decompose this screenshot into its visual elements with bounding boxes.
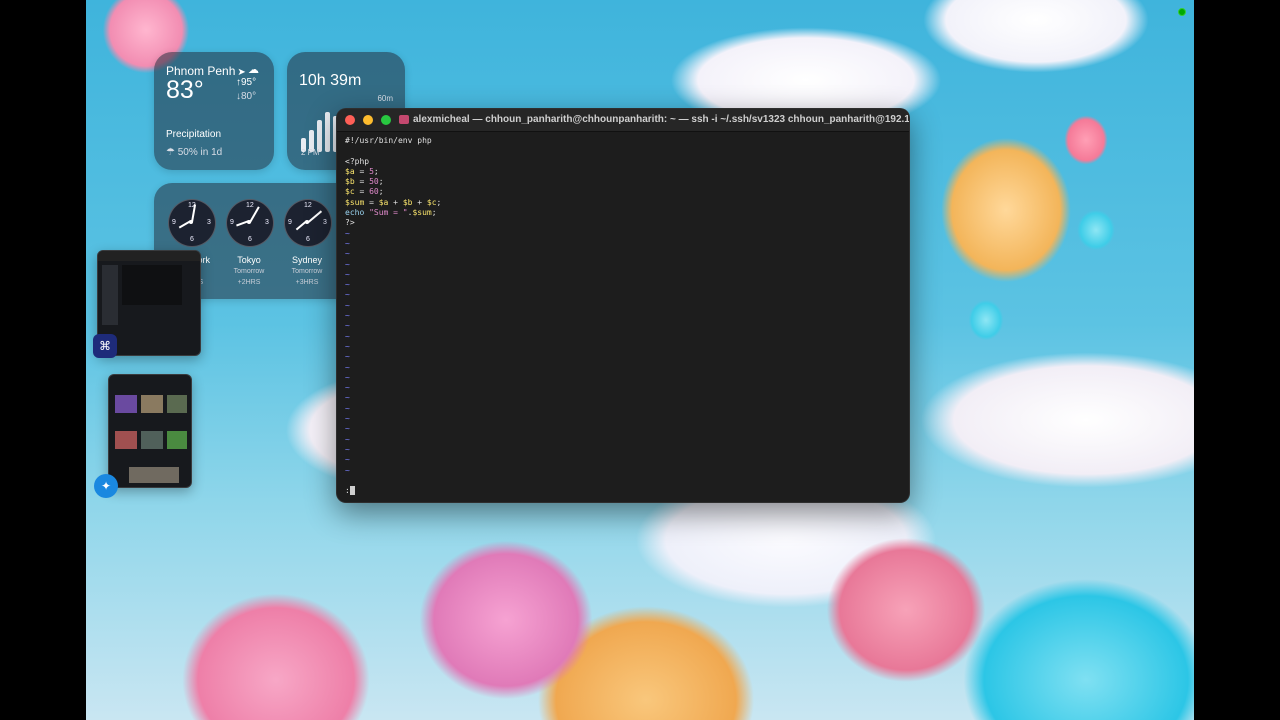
terminal-titlebar[interactable]: alexmicheal — chhoun_panharith@chhounpan… [337,109,909,132]
recording-indicator-icon [1178,8,1186,16]
code-line: $c = 60; [345,187,384,197]
clock-offset: +3HRS [295,279,319,286]
cloud-sun-icon: ☁ [248,64,259,76]
clock-sydney: 12 3 6 9 [284,199,332,247]
code-line: $sum = $a + $b + $c; [345,197,442,207]
terminal-window[interactable]: alexmicheal — chhoun_panharith@chhounpan… [336,108,910,503]
weather-temp: 83° [166,76,204,104]
code-line: <?php [345,156,370,166]
terminal-title: alexmicheal — chhoun_panharith@chhounpan… [413,114,910,125]
clock-city: Sydney [291,255,323,265]
screen-time-max-label: 60m [377,94,393,103]
clock-day: Tomorrow [233,268,265,275]
minimize-window-button[interactable] [363,115,373,125]
weather-high: ↑95° [236,77,257,88]
screen-time-total: 10h 39m [299,72,362,89]
weather-widget[interactable]: Phnom Penh ➤ ☁ 83° ↑95° ↓80° Precipitatio… [154,52,274,170]
code-line: $a = 5; [345,166,379,176]
clock-day: Tomorrow [291,268,323,275]
stage-manager-safari-thumbnail[interactable] [108,374,192,488]
text-cursor [349,486,355,495]
screen-time-start-label: 2 PM [301,148,320,157]
clock-city: Tokyo [237,255,261,265]
folder-icon [399,115,409,124]
close-window-button[interactable] [345,115,355,125]
zoom-window-button[interactable] [381,115,391,125]
rain-cloud-icon: ☂ [166,147,178,158]
code-line: ?> [345,218,355,228]
clock-new-york: 12 3 6 9 [168,199,216,247]
weather-low: ↓80° [236,91,257,102]
code-line: #!/usr/bin/env php [345,136,432,145]
vim-command-line[interactable]: : [345,486,355,495]
clock-offset: +2HRS [237,279,261,286]
screen-time-bar [325,112,330,152]
clock-tokyo: 12 3 6 9 [226,199,274,247]
code-line: $b = 50; [345,177,384,187]
safari-app-icon[interactable]: ✦ [94,474,118,498]
precip-value: ☂ 50% in 1d [166,147,223,158]
precip-label: Precipitation [166,129,222,140]
terminal-app-icon[interactable]: ⌘ [93,334,117,358]
code-line: echo "Sum = ".$sum; [345,208,437,218]
clock-minute-hand [307,210,322,224]
terminal-editor-content[interactable]: #!/usr/bin/env php <?php $a = 5; $b = 50… [345,136,441,476]
